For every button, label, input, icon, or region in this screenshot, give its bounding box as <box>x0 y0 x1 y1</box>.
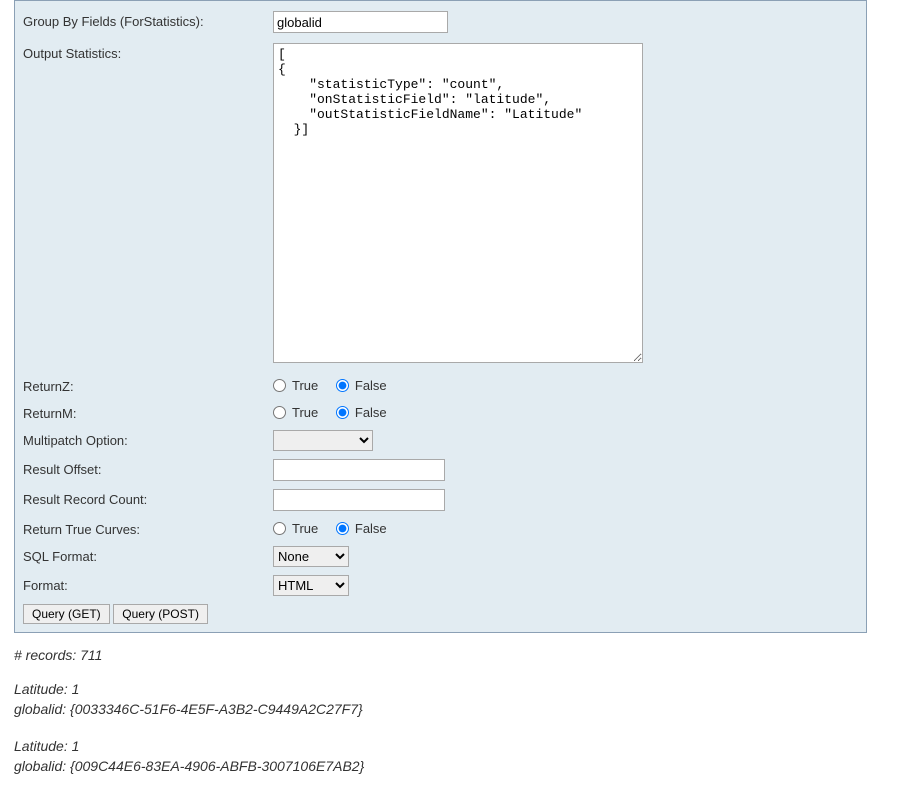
label-group-by: Group By Fields (ForStatistics): <box>23 11 273 29</box>
results-section: # records: 711 Latitude: 1 globalid: {00… <box>14 647 906 776</box>
return-m-true-radio[interactable] <box>273 406 286 419</box>
row-output-statistics: Output Statistics: <box>23 43 858 366</box>
button-row: Query (GET) Query (POST) <box>23 604 858 624</box>
row-sql-format: SQL Format: None <box>23 546 858 567</box>
label-sql-format: SQL Format: <box>23 546 273 564</box>
record-latitude: Latitude: 1 <box>14 736 906 756</box>
row-result-record-count: Result Record Count: <box>23 489 858 511</box>
select-format[interactable]: HTML <box>273 575 349 596</box>
radio-true-label: True <box>292 378 318 393</box>
label-result-offset: Result Offset: <box>23 459 273 477</box>
radio-true-label: True <box>292 521 318 536</box>
return-m-true-option[interactable]: True <box>273 405 318 420</box>
return-z-false-radio[interactable] <box>336 379 349 392</box>
label-result-record-count: Result Record Count: <box>23 489 273 507</box>
label-multipatch: Multipatch Option: <box>23 430 273 448</box>
record-globalid: globalid: {0033346C-51F6-4E5F-A3B2-C9449… <box>14 699 906 719</box>
radio-true-label: True <box>292 405 318 420</box>
records-count: # records: 711 <box>14 647 906 663</box>
result-record: Latitude: 1 globalid: {0033346C-51F6-4E5… <box>14 679 906 720</box>
radio-false-label: False <box>355 378 387 393</box>
textarea-output-statistics[interactable] <box>273 43 643 363</box>
return-true-curves-true-option[interactable]: True <box>273 521 318 536</box>
return-true-curves-false-radio[interactable] <box>336 522 349 535</box>
return-m-false-option[interactable]: False <box>336 405 387 420</box>
row-return-m: ReturnM: True False <box>23 403 858 422</box>
result-record: Latitude: 1 globalid: {009C44E6-83EA-490… <box>14 736 906 777</box>
row-multipatch: Multipatch Option: <box>23 430 858 451</box>
record-latitude: Latitude: 1 <box>14 679 906 699</box>
return-z-false-option[interactable]: False <box>336 378 387 393</box>
return-z-true-radio[interactable] <box>273 379 286 392</box>
row-group-by: Group By Fields (ForStatistics): <box>23 11 858 33</box>
row-return-true-curves: Return True Curves: True False <box>23 519 858 538</box>
radio-false-label: False <box>355 521 387 536</box>
radio-false-label: False <box>355 405 387 420</box>
label-output-statistics: Output Statistics: <box>23 43 273 61</box>
label-format: Format: <box>23 575 273 593</box>
query-form-panel: Group By Fields (ForStatistics): Output … <box>14 0 867 633</box>
return-true-curves-true-radio[interactable] <box>273 522 286 535</box>
query-get-button[interactable]: Query (GET) <box>23 604 110 624</box>
label-return-z: ReturnZ: <box>23 376 273 394</box>
label-return-m: ReturnM: <box>23 403 273 421</box>
input-result-record-count[interactable] <box>273 489 445 511</box>
query-post-button[interactable]: Query (POST) <box>113 604 208 624</box>
return-z-true-option[interactable]: True <box>273 378 318 393</box>
select-sql-format[interactable]: None <box>273 546 349 567</box>
select-multipatch[interactable] <box>273 430 373 451</box>
label-return-true-curves: Return True Curves: <box>23 519 273 537</box>
record-globalid: globalid: {009C44E6-83EA-4906-ABFB-30071… <box>14 756 906 776</box>
return-true-curves-false-option[interactable]: False <box>336 521 387 536</box>
row-format: Format: HTML <box>23 575 858 596</box>
row-return-z: ReturnZ: True False <box>23 376 858 395</box>
input-group-by[interactable] <box>273 11 448 33</box>
input-result-offset[interactable] <box>273 459 445 481</box>
return-m-false-radio[interactable] <box>336 406 349 419</box>
row-result-offset: Result Offset: <box>23 459 858 481</box>
